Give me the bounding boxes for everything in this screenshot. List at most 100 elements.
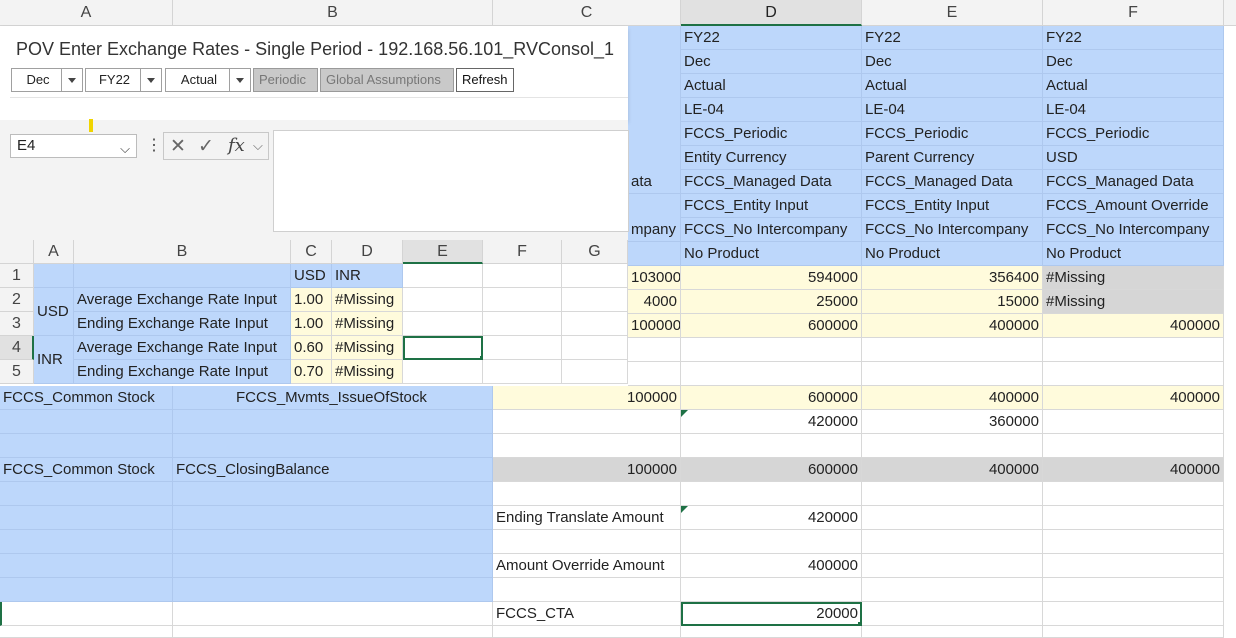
period-dropdown[interactable]: Dec (11, 68, 83, 92)
cell-c-r11[interactable]: Ending Translate Amount (493, 506, 681, 530)
cell-c-r2[interactable]: 4000 (628, 290, 681, 314)
header-c-partial-1[interactable]: ata (628, 170, 681, 194)
cell-b-r12[interactable] (173, 530, 493, 554)
cell-b-r9[interactable]: FCCS_ClosingBalance (173, 458, 493, 482)
inset-f5[interactable] (483, 360, 562, 384)
cell-d-r9[interactable]: 600000 (681, 458, 862, 482)
inset-c1[interactable]: USD (291, 264, 332, 288)
year-dropdown[interactable]: FY22 (85, 68, 162, 92)
cell-d-r10[interactable] (681, 482, 862, 506)
scenario-dropdown-arrow[interactable] (229, 69, 250, 91)
header-e-multi-gaap[interactable]: FCCS_Entity Input (862, 194, 1043, 218)
inset-f1[interactable] (483, 264, 562, 288)
chevron-down-icon[interactable]: ⌵ (120, 138, 130, 160)
cell-c-r8[interactable] (493, 434, 681, 458)
header-f-scenario[interactable]: Actual (1043, 74, 1224, 98)
cell-c-r1[interactable]: 103000 (628, 266, 681, 290)
inset-col-d[interactable]: D (332, 240, 403, 264)
inset-row-1[interactable]: 1 (0, 264, 34, 288)
cell-c-r3[interactable]: 100000 (628, 314, 681, 338)
cell-d-r2[interactable]: 25000 (681, 290, 862, 314)
inset-f4[interactable] (483, 336, 562, 360)
inset-row-2[interactable]: 2 (0, 288, 34, 312)
cell-a-r11[interactable] (0, 506, 173, 530)
refresh-button[interactable]: Refresh (456, 68, 514, 92)
header-f-consolidation[interactable]: USD (1043, 146, 1224, 170)
inset-col-g[interactable]: G (562, 240, 628, 264)
cell-b-r15[interactable] (173, 602, 493, 626)
cell-b-r8[interactable] (173, 434, 493, 458)
enter-check-icon[interactable]: ✓ (198, 135, 214, 158)
cell-f-r1[interactable]: #Missing (1043, 266, 1224, 290)
header-f-product[interactable]: No Product (1043, 242, 1224, 266)
cell-b-r7[interactable] (173, 410, 493, 434)
inset-c5[interactable]: 0.70 (291, 360, 332, 384)
cell-f-r5[interactable] (1043, 362, 1224, 386)
cell-d-r14[interactable] (681, 578, 862, 602)
scenario-dropdown[interactable]: Actual (165, 68, 251, 92)
inset-d1[interactable]: INR (332, 264, 403, 288)
cell-f-r12[interactable] (1043, 530, 1224, 554)
cell-a-r10[interactable] (0, 482, 173, 506)
header-d-intercompany[interactable]: FCCS_No Intercompany (681, 218, 862, 242)
cell-d-r8[interactable] (681, 434, 862, 458)
cell-e-r13[interactable] (862, 554, 1043, 578)
inset-col-a[interactable]: A (34, 240, 74, 264)
cell-e-r11[interactable] (862, 506, 1043, 530)
inset-c2[interactable]: 1.00 (291, 288, 332, 312)
inset-g3[interactable] (562, 312, 628, 336)
cell-f-r10[interactable] (1043, 482, 1224, 506)
cell-f-r9[interactable]: 400000 (1043, 458, 1224, 482)
inset-f2[interactable] (483, 288, 562, 312)
cell-f-r13[interactable] (1043, 554, 1224, 578)
cell-d-r3[interactable]: 600000 (681, 314, 862, 338)
cell-a-r8[interactable] (0, 434, 173, 458)
cell-c-r15[interactable]: FCCS_CTA (493, 602, 681, 626)
cell-d-r5[interactable] (681, 362, 862, 386)
formula-input[interactable] (273, 130, 629, 232)
cell-c-r14[interactable] (493, 578, 681, 602)
cell-f-r11[interactable] (1043, 506, 1224, 530)
inset-b2[interactable]: Average Exchange Rate Input (74, 288, 291, 312)
header-e-view[interactable]: FCCS_Periodic (862, 122, 1043, 146)
cell-d-r16[interactable] (681, 626, 862, 638)
inset-b4[interactable]: Average Exchange Rate Input (74, 336, 291, 360)
cell-c-r9[interactable]: 100000 (493, 458, 681, 482)
cell-c-r10[interactable] (493, 482, 681, 506)
cell-d-r4[interactable] (681, 338, 862, 362)
inset-a1[interactable] (34, 264, 74, 288)
cell-c-r12[interactable] (493, 530, 681, 554)
cell-a-r15[interactable] (0, 602, 173, 626)
cell-a-r9[interactable]: FCCS_Common Stock (0, 458, 173, 482)
cell-c-r7[interactable] (493, 410, 681, 434)
header-e-period[interactable]: Dec (862, 50, 1043, 74)
column-header-c[interactable]: C (493, 0, 681, 26)
cell-b-r11[interactable] (173, 506, 493, 530)
inset-b3[interactable]: Ending Exchange Rate Input (74, 312, 291, 336)
inset-g2[interactable] (562, 288, 628, 312)
inset-col-e[interactable]: E (403, 240, 483, 264)
year-dropdown-arrow[interactable] (140, 69, 161, 91)
header-e-consolidation[interactable]: Parent Currency (862, 146, 1043, 170)
header-e-product[interactable]: No Product (862, 242, 1043, 266)
cell-a-r12[interactable] (0, 530, 173, 554)
cell-d-r12[interactable] (681, 530, 862, 554)
cell-d-r1[interactable]: 594000 (681, 266, 862, 290)
inset-d4[interactable]: #Missing (332, 336, 403, 360)
cell-e-r5[interactable] (862, 362, 1043, 386)
header-d-consolidation[interactable]: Entity Currency (681, 146, 862, 170)
cell-f-r16[interactable] (1043, 626, 1224, 638)
cell-e-r7[interactable]: 360000 (862, 410, 1043, 434)
cell-e-r9[interactable]: 400000 (862, 458, 1043, 482)
header-f-view[interactable]: FCCS_Periodic (1043, 122, 1224, 146)
inset-group-inr[interactable]: INR (34, 336, 74, 384)
column-header-a[interactable]: A (0, 0, 173, 26)
cell-c-r13[interactable]: Amount Override Amount (493, 554, 681, 578)
cell-d-r13[interactable]: 400000 (681, 554, 862, 578)
cell-c-r16[interactable] (493, 626, 681, 638)
inset-row-3[interactable]: 3 (0, 312, 34, 336)
cell-a-r6[interactable]: FCCS_Common Stock (0, 386, 173, 410)
cell-b-r16[interactable] (173, 626, 493, 638)
inset-group-usd[interactable]: USD (34, 288, 74, 336)
cell-b-r6[interactable]: FCCS_Mvmts_IssueOfStock (173, 386, 493, 410)
